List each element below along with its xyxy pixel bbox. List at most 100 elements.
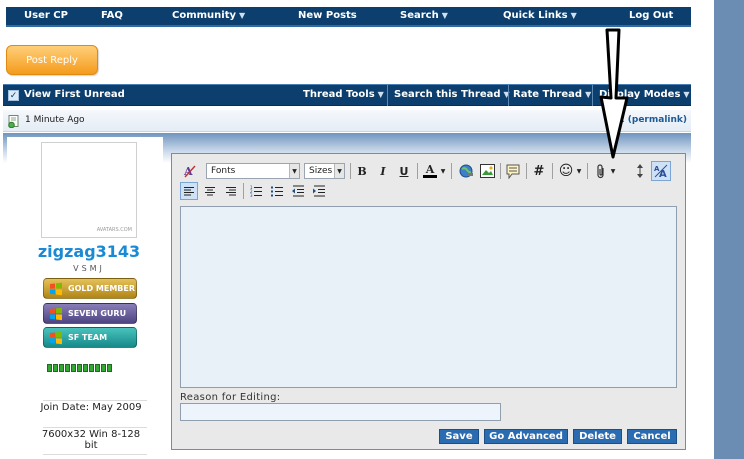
font-select[interactable]: Fonts ▼ xyxy=(206,163,300,179)
svg-text:A: A xyxy=(659,169,667,179)
avatar[interactable]: AVATARS.COM xyxy=(41,142,137,238)
windows-logo-icon xyxy=(50,331,62,345)
quote-icon[interactable] xyxy=(503,161,523,181)
reputation-pip xyxy=(101,364,106,372)
thread-tools-menu[interactable]: Thread Tools ▼ xyxy=(303,89,384,100)
color-swatch xyxy=(423,175,437,178)
chevron-down-icon: ▼ xyxy=(377,90,384,99)
search-thread-menu[interactable]: Search this Thread ▼ xyxy=(394,89,510,100)
reputation-pip xyxy=(59,364,64,372)
page: User CP FAQ Community ▼ New Posts Search ▼… xyxy=(0,0,744,459)
divider xyxy=(350,163,351,179)
bold-button[interactable]: B xyxy=(352,161,372,181)
nav-log-out-label: Log Out xyxy=(629,10,674,21)
avatar-watermark: AVATARS.COM xyxy=(96,227,132,233)
rank-label: GOLD MEMBER xyxy=(68,284,135,293)
post-reply-label: Post Reply xyxy=(26,54,78,66)
delete-button[interactable]: Delete xyxy=(573,429,622,444)
nav-search[interactable]: Search ▼ xyxy=(400,10,448,21)
font-color-glyph: A xyxy=(425,163,435,176)
bulleted-list-icon[interactable] xyxy=(268,182,286,200)
reputation-pip xyxy=(77,364,82,372)
size-select[interactable]: Sizes ▼ xyxy=(304,163,345,179)
permalink-link[interactable]: (permalink) xyxy=(628,115,687,125)
post-status-icon xyxy=(8,115,19,128)
nav-quick-links-label: Quick Links xyxy=(503,10,568,21)
reputation-bar xyxy=(47,364,112,372)
nav-new-posts[interactable]: New Posts xyxy=(298,10,357,21)
align-center-icon[interactable] xyxy=(201,182,219,200)
search-thread-label: Search this Thread xyxy=(394,89,501,100)
align-left-icon[interactable] xyxy=(180,182,198,200)
reason-for-editing-input[interactable] xyxy=(180,403,501,421)
smiley-icon[interactable]: ☺ xyxy=(556,161,576,181)
chevron-down-icon[interactable]: ▼ xyxy=(438,161,448,181)
outdent-icon[interactable] xyxy=(289,182,307,200)
rank-badge-seven-guru: SEVEN GURU xyxy=(43,303,137,324)
indent-icon[interactable] xyxy=(310,182,328,200)
reputation-pip xyxy=(47,364,52,372)
nav-community[interactable]: Community ▼ xyxy=(172,10,245,21)
align-right-icon[interactable] xyxy=(222,182,240,200)
thread-toolbar: ✓ View First Unread Thread Tools ▼ Search… xyxy=(3,84,691,106)
display-modes-menu[interactable]: Display Modes ▼ xyxy=(599,89,690,100)
checkbox-icon: ✓ xyxy=(8,90,19,101)
nav-user-cp[interactable]: User CP xyxy=(24,10,68,21)
divider xyxy=(43,427,147,428)
post-reply-button[interactable]: Post Reply xyxy=(6,45,98,75)
numbered-list-icon[interactable]: 123 xyxy=(247,182,265,200)
wrap-code-button[interactable]: # xyxy=(529,161,549,181)
page-side-rail xyxy=(714,0,744,459)
insert-link-icon[interactable] xyxy=(456,161,476,181)
reputation-pip xyxy=(95,364,100,372)
rank-badge-gold-member: GOLD MEMBER xyxy=(43,278,137,299)
underline-button[interactable]: U xyxy=(394,161,414,181)
post-number: #2 (permalink) xyxy=(611,115,687,125)
chevron-down-icon: ▼ xyxy=(441,11,448,20)
user-info-panel: AVATARS.COM zigzag3143 VSMJ GOLD MEMBER … xyxy=(7,137,163,459)
divider xyxy=(417,163,418,179)
post-timestamp: 1 Minute Ago xyxy=(25,115,85,125)
save-button[interactable]: Save xyxy=(439,429,479,444)
reputation-pip xyxy=(107,364,112,372)
chevron-down-icon: ▼ xyxy=(585,90,592,99)
divider xyxy=(243,183,244,199)
message-textarea[interactable] xyxy=(180,206,677,388)
rate-thread-menu[interactable]: Rate Thread ▼ xyxy=(513,89,591,100)
remove-format-icon[interactable]: A xyxy=(180,161,200,181)
go-advanced-button[interactable]: Go Advanced xyxy=(484,429,568,444)
page-gap xyxy=(692,0,714,459)
reputation-pip xyxy=(53,364,58,372)
chevron-down-icon[interactable]: ▼ xyxy=(608,161,618,181)
nav-user-cp-label: User CP xyxy=(24,10,68,21)
nav-faq[interactable]: FAQ xyxy=(101,10,123,21)
font-color-button[interactable]: A xyxy=(420,161,440,181)
reputation-pip xyxy=(71,364,76,372)
user-title: VSMJ xyxy=(73,264,105,273)
svg-text:A: A xyxy=(183,165,193,178)
windows-logo-icon xyxy=(50,307,62,321)
windows-logo-icon xyxy=(50,282,62,296)
rank-label: SEVEN GURU xyxy=(68,309,127,318)
divider xyxy=(43,400,147,401)
divider xyxy=(592,85,593,106)
nav-quick-links[interactable]: Quick Links ▼ xyxy=(503,10,577,21)
switch-editor-mode-icon[interactable]: AA xyxy=(651,161,671,181)
quick-edit-editor: A Fonts ▼ Sizes ▼ B I U A ▼ # ☺ ▼ ▼ A A … xyxy=(171,153,686,450)
view-first-unread-link[interactable]: View First Unread xyxy=(24,89,125,100)
post-number-link[interactable]: #2 xyxy=(611,115,625,125)
reputation-pip xyxy=(83,364,88,372)
size-select-value: Sizes xyxy=(309,166,333,176)
reputation-pip xyxy=(89,364,94,372)
insert-image-icon[interactable] xyxy=(477,161,497,181)
divider xyxy=(500,163,501,179)
font-select-value: Fonts xyxy=(211,166,236,176)
username-link[interactable]: zigzag3143 xyxy=(7,242,171,261)
rank-badge-sf-team: SF TEAM xyxy=(43,327,137,348)
chevron-down-icon[interactable]: ▼ xyxy=(574,161,584,181)
cancel-button[interactable]: Cancel xyxy=(627,429,677,444)
chevron-down-icon: ▼ xyxy=(239,11,246,20)
italic-button[interactable]: I xyxy=(373,161,393,181)
nav-log-out[interactable]: Log Out xyxy=(629,10,673,21)
resize-editor-icon[interactable] xyxy=(633,161,647,181)
